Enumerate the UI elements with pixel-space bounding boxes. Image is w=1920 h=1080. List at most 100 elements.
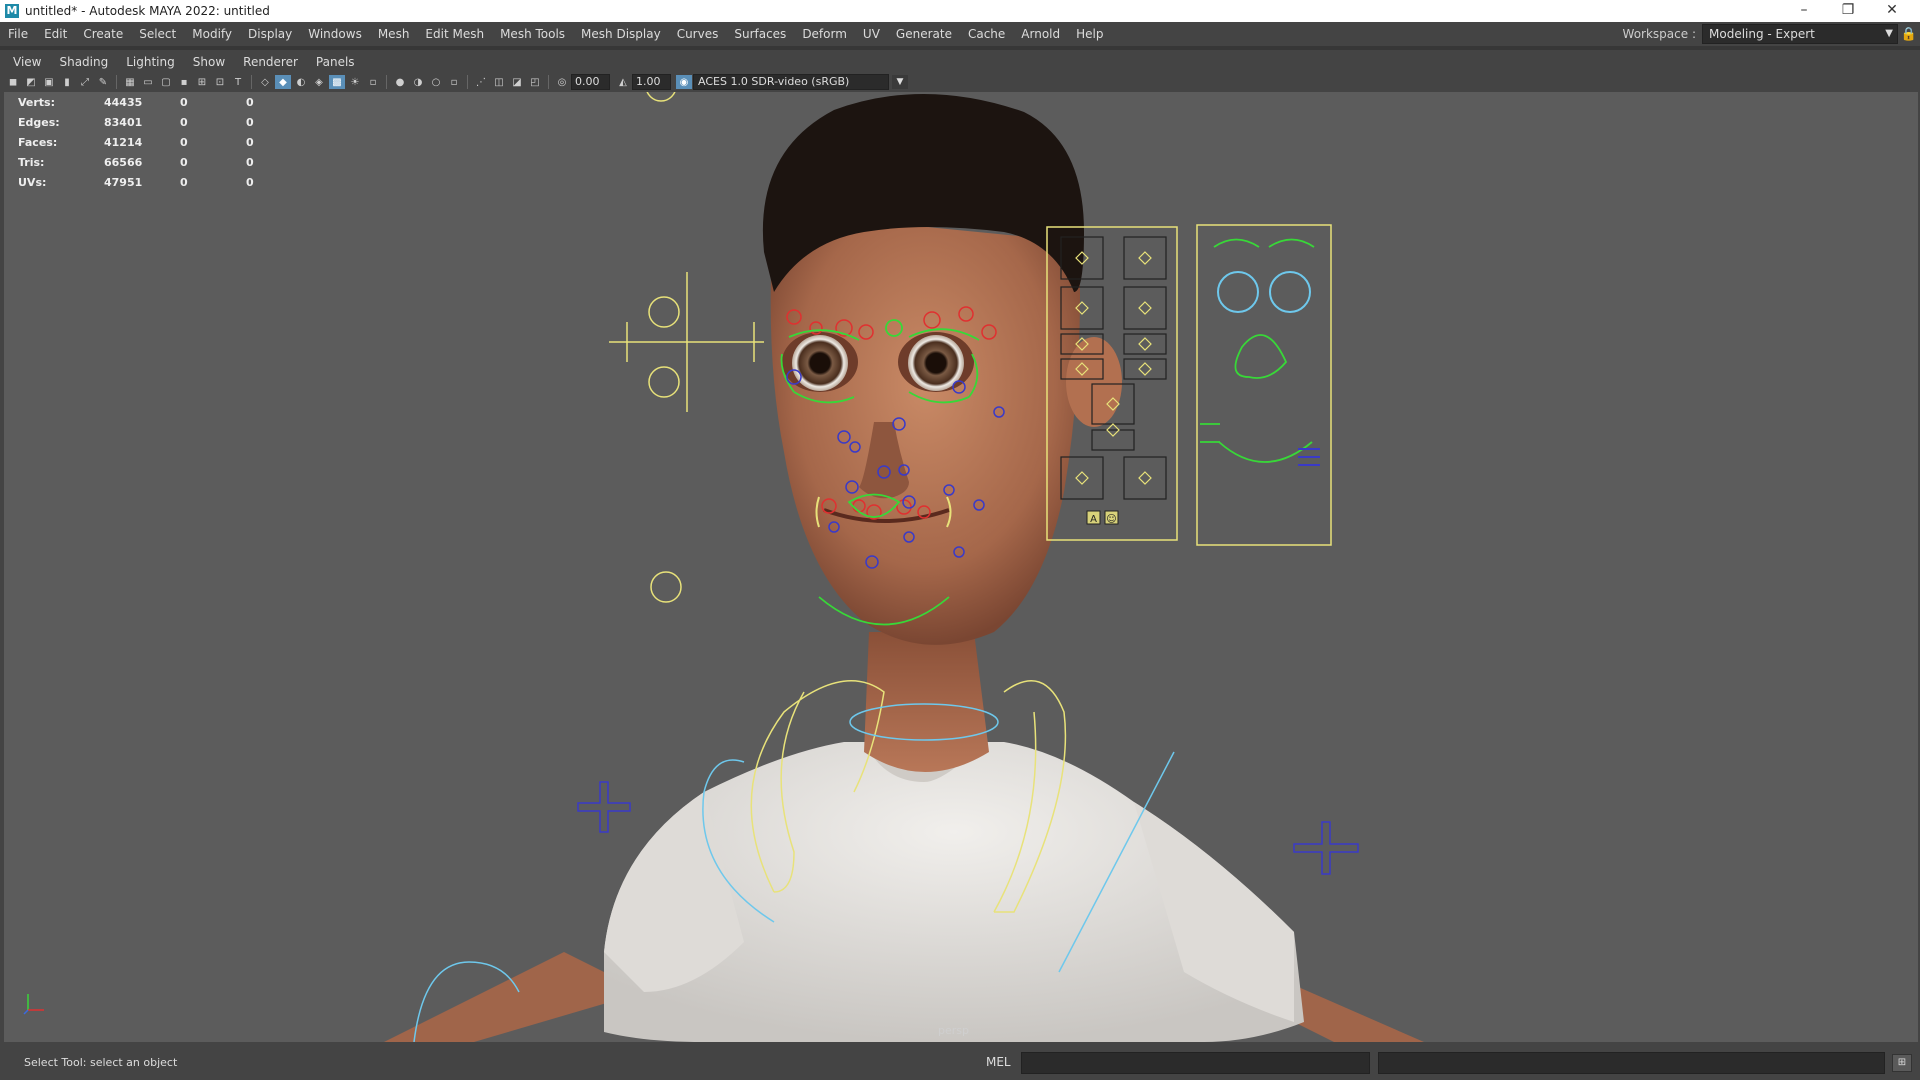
workspace-label: Workspace : — [1622, 27, 1696, 41]
grease-pencil-icon[interactable]: ✎ — [95, 75, 111, 89]
anti-aliasing-icon[interactable]: ○ — [428, 75, 444, 89]
smooth-shade-icon[interactable]: ◆ — [275, 75, 291, 89]
close-button[interactable]: ✕ — [1870, 0, 1914, 22]
wireframe-icon[interactable]: ◇ — [257, 75, 273, 89]
hud-label: Edges: — [18, 115, 60, 129]
hud-label: Faces: — [18, 135, 58, 149]
menu-modify[interactable]: Modify — [184, 27, 240, 41]
menu-edit[interactable]: Edit — [36, 27, 75, 41]
gate-mask-icon[interactable]: ▪ — [176, 75, 192, 89]
camera-attributes-icon[interactable]: ◩ — [23, 75, 39, 89]
cross-ctrl-right — [1293, 821, 1359, 875]
minimize-button[interactable]: – — [1782, 0, 1826, 22]
hud-value: 0 — [180, 135, 188, 149]
panel-toolbar: ◼ ◩ ▣ ▮ ⤢ ✎ ▦ ▭ ▢ ▪ ⊞ ⊡ T ◇ ◆ ◐ ◈ ▩ ☀ ▫ … — [4, 72, 1918, 92]
resolution-gate-icon[interactable]: ▢ — [158, 75, 174, 89]
xray-icon[interactable]: ◫ — [491, 75, 507, 89]
script-editor-icon[interactable]: ⊞ — [1892, 1054, 1912, 1072]
bookmark-icon[interactable]: ▣ — [41, 75, 57, 89]
field-chart-icon[interactable]: ⊞ — [194, 75, 210, 89]
camera-name-label: persp — [938, 1024, 969, 1037]
panel-menu-shading[interactable]: Shading — [50, 55, 117, 69]
textured-icon[interactable]: ▩ — [329, 75, 345, 89]
toolbar-separator — [548, 75, 549, 89]
menu-uv[interactable]: UV — [855, 27, 888, 41]
eye-aim-controller — [609, 92, 764, 603]
safe-title-icon[interactable]: T — [230, 75, 246, 89]
gamma-icon[interactable]: ◭ — [615, 75, 631, 89]
hud-value: 0 — [180, 175, 188, 189]
panel-menu-view[interactable]: View — [4, 55, 50, 69]
screen-space-ao-icon[interactable]: ● — [392, 75, 408, 89]
hud-row-verts: Verts: 44435 0 0 — [18, 92, 254, 112]
depth-of-field-icon[interactable]: ▫ — [446, 75, 462, 89]
film-gate-icon[interactable]: ▭ — [140, 75, 156, 89]
hud-value: 0 — [180, 155, 188, 169]
panel-menu-show[interactable]: Show — [184, 55, 234, 69]
select-camera-icon[interactable]: ◼ — [5, 75, 21, 89]
menu-surfaces[interactable]: Surfaces — [726, 27, 794, 41]
panel-menu-panels[interactable]: Panels — [307, 55, 364, 69]
hud-value: 0 — [246, 95, 254, 109]
head — [770, 212, 1080, 645]
exposure-field[interactable]: 0.00 — [571, 74, 610, 90]
panel-menu-renderer[interactable]: Renderer — [234, 55, 307, 69]
isolate-select-icon[interactable]: ⋰ — [473, 75, 489, 89]
command-language-toggle[interactable]: MEL — [986, 1055, 1011, 1069]
color-management-icon[interactable]: ◉ — [676, 75, 692, 89]
menu-windows[interactable]: Windows — [300, 27, 370, 41]
hud-value: 0 — [246, 135, 254, 149]
axis-gizmo — [23, 994, 44, 1015]
xray-active-components-icon[interactable]: ◰ — [527, 75, 543, 89]
wireframe-on-shaded-icon[interactable]: ◈ — [311, 75, 327, 89]
menu-file[interactable]: File — [0, 27, 36, 41]
toolbar-separator — [386, 75, 387, 89]
workspace-value: Modeling - Expert — [1709, 27, 1815, 41]
hud-value: 47951 — [104, 175, 143, 189]
hud-label: UVs: — [18, 175, 47, 189]
hud-row-tris: Tris: 66566 0 0 — [18, 152, 254, 172]
menu-cache[interactable]: Cache — [960, 27, 1013, 41]
lock-icon[interactable]: 🔒 — [1898, 27, 1920, 42]
menu-create[interactable]: Create — [75, 27, 131, 41]
command-result-field — [1378, 1052, 1885, 1074]
maximize-button[interactable]: ❐ — [1826, 0, 1870, 22]
menu-arnold[interactable]: Arnold — [1013, 27, 1068, 41]
gamma-field[interactable]: 1.00 — [632, 74, 671, 90]
hud-value: 0 — [180, 115, 188, 129]
image-plane-icon[interactable]: ▮ — [59, 75, 75, 89]
2d-pan-zoom-icon[interactable]: ⤢ — [77, 75, 93, 89]
xray-joints-icon[interactable]: ◪ — [509, 75, 525, 89]
safe-action-icon[interactable]: ⊡ — [212, 75, 228, 89]
toolbar-separator — [467, 75, 468, 89]
menu-help[interactable]: Help — [1068, 27, 1111, 41]
exposure-icon[interactable]: ◎ — [554, 75, 570, 89]
toolbar-separator — [116, 75, 117, 89]
menu-select[interactable]: Select — [131, 27, 184, 41]
menu-mesh-display[interactable]: Mesh Display — [573, 27, 669, 41]
hud-label: Tris: — [18, 155, 45, 169]
grid-icon[interactable]: ▦ — [122, 75, 138, 89]
menu-mesh[interactable]: Mesh — [370, 27, 418, 41]
workspace-dropdown[interactable]: Modeling - Expert ▼ — [1702, 24, 1898, 44]
hud-value: 41214 — [104, 135, 143, 149]
menu-edit-mesh[interactable]: Edit Mesh — [417, 27, 492, 41]
use-default-material-icon[interactable]: ◐ — [293, 75, 309, 89]
shadows-icon[interactable]: ▫ — [365, 75, 381, 89]
motion-blur-icon[interactable]: ◑ — [410, 75, 426, 89]
command-line-bar: Select Tool: select an object MEL ⊞ — [0, 1042, 1920, 1080]
face-schematic-eyes — [1217, 271, 1311, 313]
menu-deform[interactable]: Deform — [794, 27, 855, 41]
face-ui-button-a: A — [1090, 514, 1097, 525]
menu-curves[interactable]: Curves — [669, 27, 727, 41]
use-all-lights-icon[interactable]: ☀ — [347, 75, 363, 89]
menu-mesh-tools[interactable]: Mesh Tools — [492, 27, 573, 41]
help-line-text: Select Tool: select an object — [24, 1056, 178, 1069]
hud-value: 83401 — [104, 115, 143, 129]
panel-menu-lighting[interactable]: Lighting — [117, 55, 184, 69]
menu-display[interactable]: Display — [240, 27, 300, 41]
view-transform-dropdown[interactable]: ACES 1.0 SDR-video (sRGB) ▼ — [693, 74, 908, 90]
menu-generate[interactable]: Generate — [888, 27, 960, 41]
perspective-viewport[interactable]: A ☺ Verts: 44435 0 0 Edges: 83401 0 0 Fa… — [4, 92, 1918, 1042]
command-input[interactable] — [1021, 1052, 1370, 1074]
